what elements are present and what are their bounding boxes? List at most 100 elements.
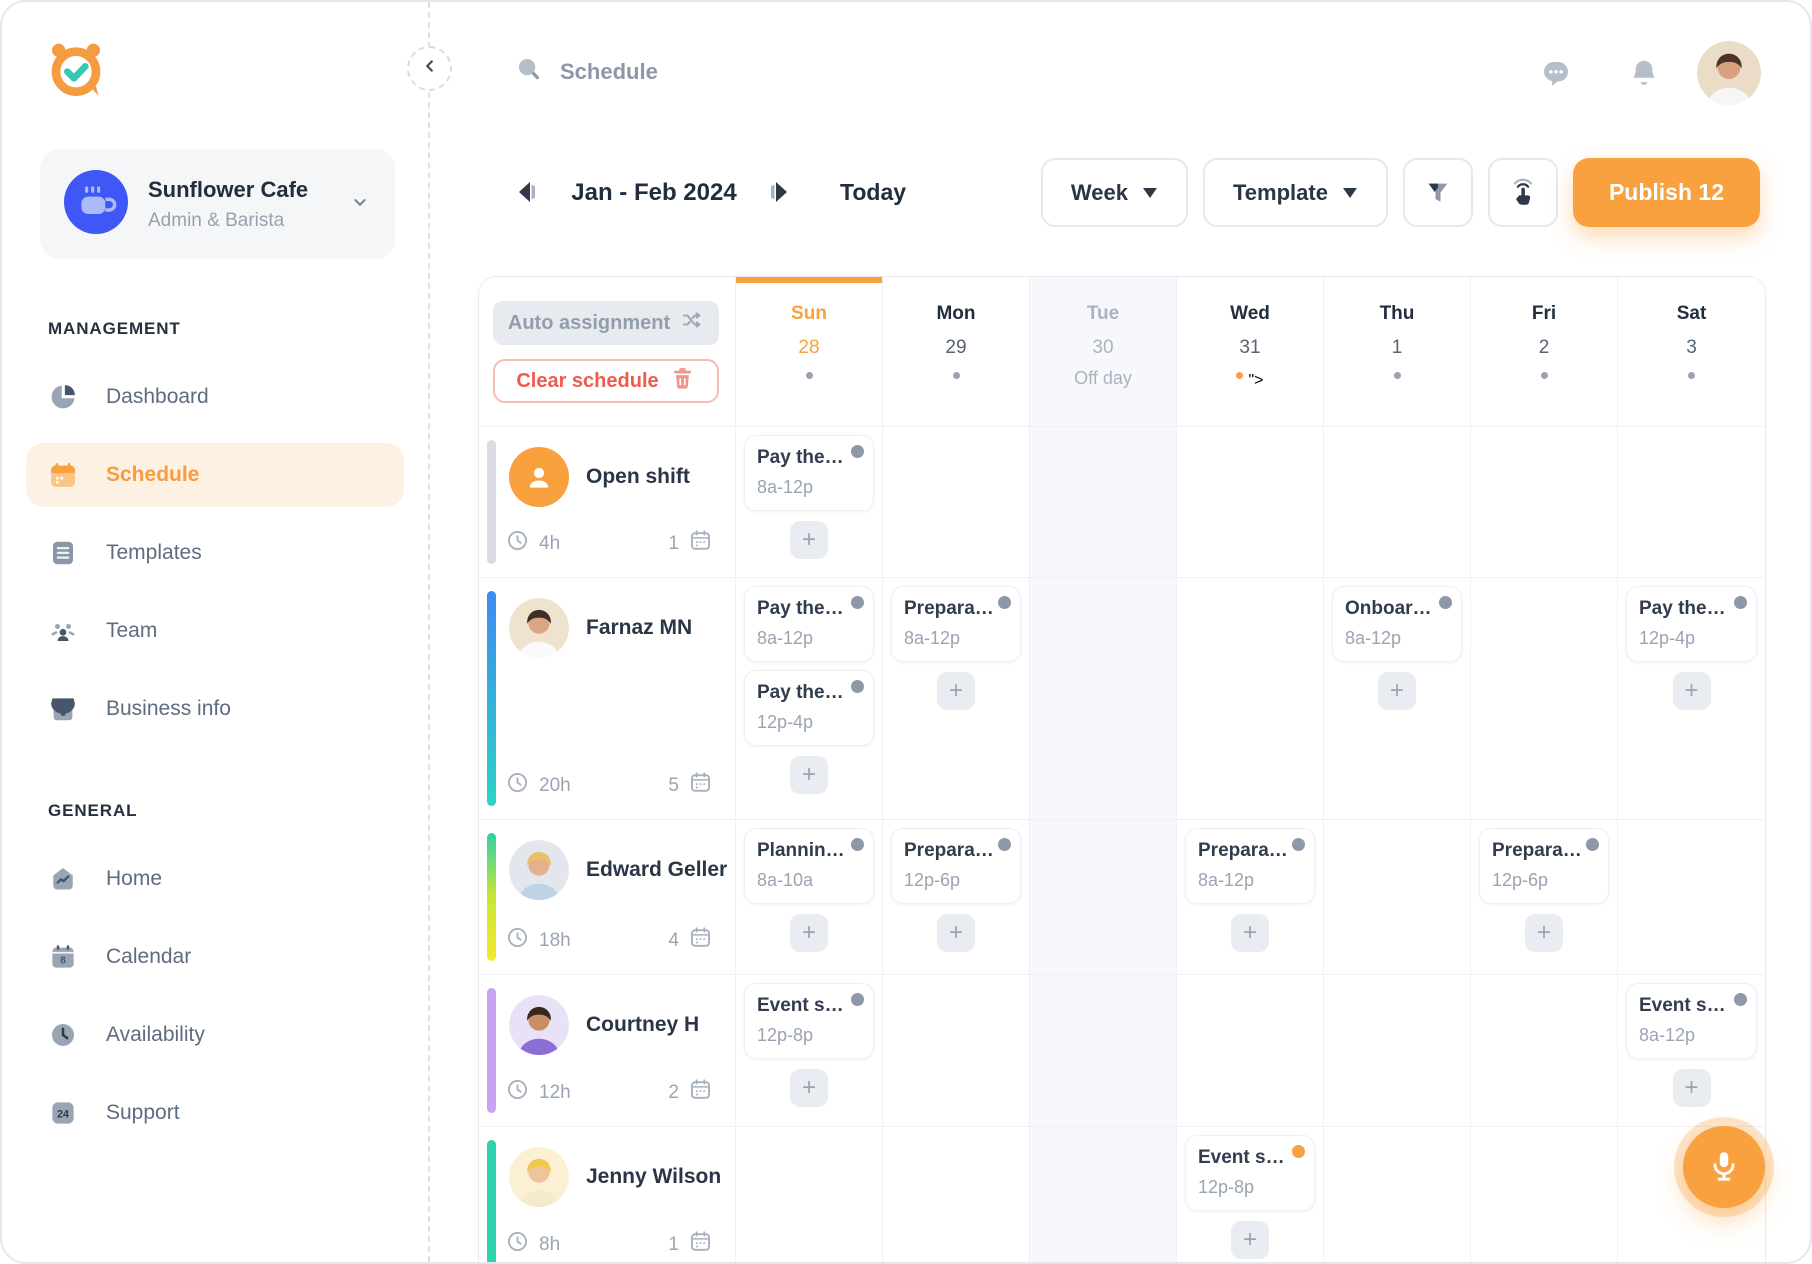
schedule-cell-edward-geller-sat[interactable]	[1618, 820, 1765, 975]
shift-card[interactable]: Prepara…8a-12p	[891, 586, 1021, 662]
schedule-cell-edward-geller-sun[interactable]: Plannin…8a-10a +	[736, 820, 883, 975]
main-panel: Schedule Jan - Feb 2024 Today	[430, 2, 1810, 1262]
tap-select-button[interactable]	[1488, 158, 1558, 227]
user-avatar[interactable]	[1697, 41, 1761, 105]
bell-icon[interactable]	[1626, 56, 1662, 92]
member-meta: 18h4	[505, 925, 713, 956]
sidebar-item-availability[interactable]: Availability	[26, 1003, 404, 1067]
day-header-mon[interactable]: Mon29	[883, 277, 1030, 427]
schedule-cell-courtney-h-fri[interactable]	[1471, 975, 1618, 1127]
view-mode-dropdown[interactable]: Week	[1041, 158, 1188, 227]
day-header-sat[interactable]: Sat3	[1618, 277, 1765, 427]
sidebar-item-support[interactable]: 24Support	[26, 1081, 404, 1145]
schedule-cell-open-shift-fri[interactable]	[1471, 427, 1618, 578]
schedule-cell-courtney-h-sat[interactable]: Event s…8a-12p +	[1618, 975, 1765, 1127]
shift-title: Prepara…	[904, 598, 1008, 620]
schedule-cell-farnaz-mn-thu[interactable]: Onboar…8a-12p +	[1324, 578, 1471, 820]
shift-card[interactable]: Pay the…8a-12p	[744, 435, 874, 511]
add-shift-button[interactable]: +	[790, 1069, 828, 1107]
today-button[interactable]: Today	[840, 179, 906, 206]
day-header-fri[interactable]: Fri2	[1471, 277, 1618, 427]
schedule-cell-open-shift-sun[interactable]: Pay the…8a-12p +	[736, 427, 883, 578]
sidebar-collapse-button[interactable]	[407, 46, 452, 91]
workspace-switcher[interactable]: Sunflower Cafe Admin & Barista	[40, 149, 395, 259]
schedule-cell-jenny-wilson-wed[interactable]: Event s…12p-8p +	[1177, 1127, 1324, 1264]
shift-card[interactable]: Event s…8a-12p	[1626, 983, 1757, 1059]
sidebar-item-calendar[interactable]: 8Calendar	[26, 925, 404, 989]
schedule-cell-jenny-wilson-sun[interactable]	[736, 1127, 883, 1264]
schedule-cell-farnaz-mn-sun[interactable]: Pay the…8a-12p Pay the…12p-4p +	[736, 578, 883, 820]
member-row-open-shift: Open shift4h1	[479, 427, 736, 578]
clear-schedule-button[interactable]: Clear schedule	[493, 359, 719, 403]
shift-card[interactable]: Prepara…12p-6p	[1479, 828, 1609, 904]
schedule-cell-edward-geller-mon[interactable]: Prepara…12p-6p +	[883, 820, 1030, 975]
add-shift-button[interactable]: +	[1673, 672, 1711, 710]
schedule-cell-edward-geller-thu[interactable]	[1324, 820, 1471, 975]
add-shift-button[interactable]: +	[1525, 914, 1563, 952]
schedule-cell-farnaz-mn-tue[interactable]	[1030, 578, 1177, 820]
member-avatar	[509, 995, 569, 1055]
schedule-cell-courtney-h-mon[interactable]	[883, 975, 1030, 1127]
schedule-cell-open-shift-mon[interactable]	[883, 427, 1030, 578]
shift-card[interactable]: Event s…12p-8p	[744, 983, 874, 1059]
shift-count-icon	[688, 925, 713, 956]
shift-card[interactable]: Event s…12p-8p	[1185, 1135, 1315, 1211]
voice-assistant-fab[interactable]	[1683, 1126, 1765, 1208]
schedule-cell-farnaz-mn-fri[interactable]	[1471, 578, 1618, 820]
chat-icon[interactable]	[1538, 56, 1574, 92]
schedule-cell-farnaz-mn-sat[interactable]: Pay the…12p-4p +	[1618, 578, 1765, 820]
schedule-cell-farnaz-mn-wed[interactable]	[1177, 578, 1324, 820]
day-header-wed[interactable]: Wed31">	[1177, 277, 1324, 427]
schedule-cell-farnaz-mn-mon[interactable]: Prepara…8a-12p +	[883, 578, 1030, 820]
schedule-cell-courtney-h-sun[interactable]: Event s…12p-8p +	[736, 975, 883, 1127]
schedule-cell-edward-geller-wed[interactable]: Prepara…8a-12p +	[1177, 820, 1324, 975]
shift-time: 12p-8p	[757, 1025, 861, 1046]
day-header-thu[interactable]: Thu1	[1324, 277, 1471, 427]
hours-icon	[505, 1229, 530, 1260]
sidebar-item-business-info[interactable]: Business info	[26, 677, 404, 741]
schedule-cell-open-shift-thu[interactable]	[1324, 427, 1471, 578]
add-shift-button[interactable]: +	[937, 672, 975, 710]
support-icon: 24	[48, 1098, 78, 1128]
schedule-cell-courtney-h-wed[interactable]	[1177, 975, 1324, 1127]
schedule-cell-open-shift-wed[interactable]	[1177, 427, 1324, 578]
schedule-cell-jenny-wilson-fri[interactable]	[1471, 1127, 1618, 1264]
add-shift-button[interactable]: +	[790, 756, 828, 794]
shift-card[interactable]: Onboar…8a-12p	[1332, 586, 1462, 662]
schedule-cell-courtney-h-tue[interactable]	[1030, 975, 1177, 1127]
sidebar-item-schedule[interactable]: Schedule	[26, 443, 404, 507]
shift-card[interactable]: Pay the…8a-12p	[744, 586, 874, 662]
schedule-cell-edward-geller-tue[interactable]	[1030, 820, 1177, 975]
day-header-tue[interactable]: Tue30Off day	[1030, 277, 1177, 427]
shift-card[interactable]: Prepara…12p-6p	[891, 828, 1021, 904]
prev-week-icon[interactable]	[516, 180, 538, 206]
schedule-cell-jenny-wilson-thu[interactable]	[1324, 1127, 1471, 1264]
auto-assignment-button[interactable]: Auto assignment	[493, 301, 719, 345]
schedule-cell-courtney-h-thu[interactable]	[1324, 975, 1471, 1127]
sidebar-item-dashboard[interactable]: Dashboard	[26, 365, 404, 429]
add-shift-button[interactable]: +	[1378, 672, 1416, 710]
filter-button[interactable]	[1403, 158, 1473, 227]
schedule-cell-open-shift-sat[interactable]	[1618, 427, 1765, 578]
next-week-icon[interactable]	[770, 180, 792, 206]
add-shift-button[interactable]: +	[790, 914, 828, 952]
add-shift-button[interactable]: +	[937, 914, 975, 952]
sidebar-item-team[interactable]: Team	[26, 599, 404, 663]
add-shift-button[interactable]: +	[1231, 1221, 1269, 1259]
shift-card[interactable]: Pay the…12p-4p	[744, 670, 874, 746]
sidebar-item-home[interactable]: Home	[26, 847, 404, 911]
schedule-cell-edward-geller-fri[interactable]: Prepara…12p-6p +	[1471, 820, 1618, 975]
schedule-cell-open-shift-tue[interactable]	[1030, 427, 1177, 578]
sidebar-item-templates[interactable]: Templates	[26, 521, 404, 585]
day-header-sun[interactable]: Sun28	[736, 277, 883, 427]
shift-card[interactable]: Prepara…8a-12p	[1185, 828, 1315, 904]
add-shift-button[interactable]: +	[790, 521, 828, 559]
add-shift-button[interactable]: +	[1673, 1069, 1711, 1107]
template-dropdown[interactable]: Template	[1203, 158, 1388, 227]
schedule-cell-jenny-wilson-mon[interactable]	[883, 1127, 1030, 1264]
shift-card[interactable]: Plannin…8a-10a	[744, 828, 874, 904]
publish-button[interactable]: Publish 12	[1573, 158, 1760, 227]
schedule-cell-jenny-wilson-tue[interactable]	[1030, 1127, 1177, 1264]
shift-card[interactable]: Pay the…12p-4p	[1626, 586, 1757, 662]
add-shift-button[interactable]: +	[1231, 914, 1269, 952]
